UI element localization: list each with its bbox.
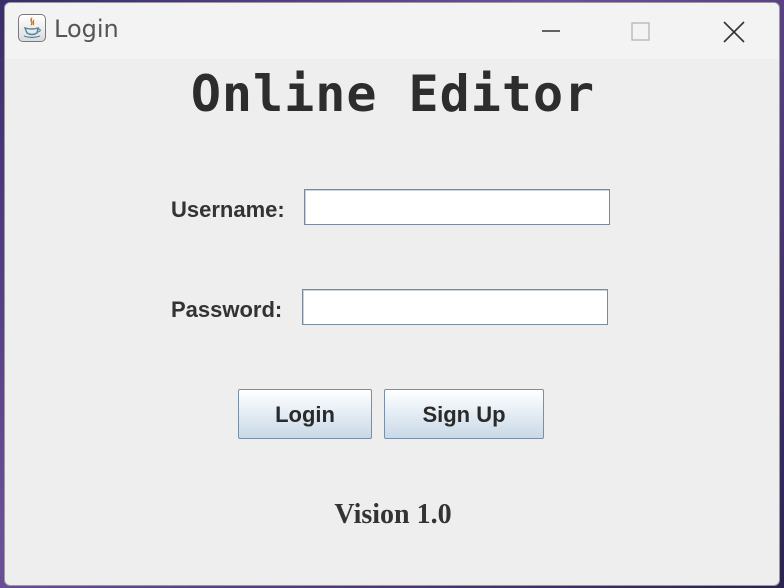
app-heading: Online Editor bbox=[190, 65, 596, 123]
login-button[interactable]: Login bbox=[238, 389, 372, 439]
username-label: Username: bbox=[171, 197, 285, 222]
version-label: Vision 1.0 bbox=[334, 499, 452, 530]
maximize-button[interactable] bbox=[610, 3, 670, 59]
login-window: Login Online Editor Username: Password: … bbox=[4, 2, 780, 586]
password-field[interactable] bbox=[302, 289, 608, 325]
password-label: Password: bbox=[171, 297, 283, 322]
window-title: Login bbox=[54, 15, 119, 43]
sign-up-button[interactable]: Sign Up bbox=[384, 389, 544, 439]
maximize-icon bbox=[631, 22, 650, 41]
minimize-button[interactable] bbox=[520, 3, 580, 59]
minimize-icon bbox=[542, 30, 560, 32]
java-coffee-icon bbox=[18, 14, 46, 42]
username-field[interactable] bbox=[304, 189, 610, 225]
title-bar[interactable]: Login bbox=[5, 3, 779, 59]
close-button[interactable] bbox=[702, 3, 762, 59]
close-icon bbox=[723, 21, 745, 43]
